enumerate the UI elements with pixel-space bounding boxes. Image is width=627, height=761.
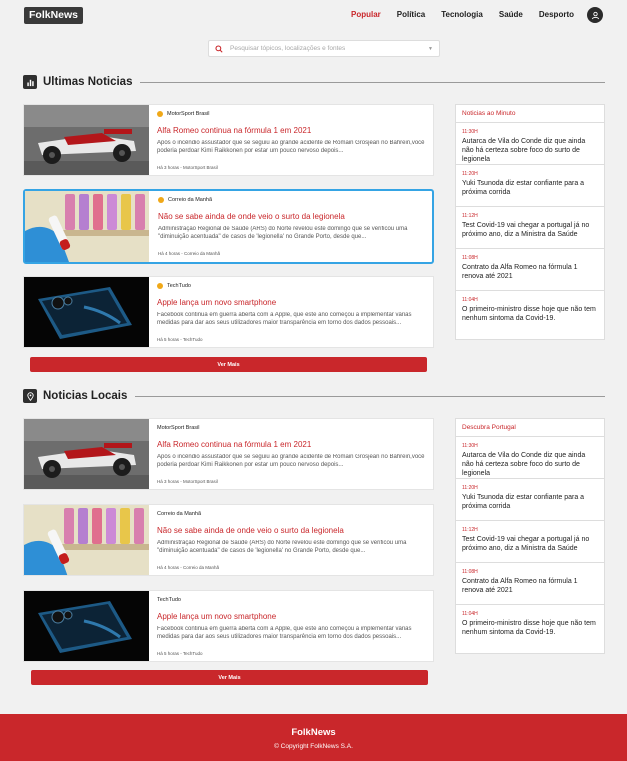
news-summary: Após o incêndio assustador que se seguiu…: [157, 454, 425, 468]
news-headline[interactable]: Apple lança um novo smartphone: [157, 612, 425, 621]
logo[interactable]: FolkNews: [24, 7, 84, 24]
chevron-down-icon[interactable]: ▼: [428, 46, 433, 52]
source-label: Correio da Manhã: [157, 510, 202, 517]
panel-title: Descubra Portugal: [456, 419, 604, 437]
nav-desporto[interactable]: Desporto: [539, 10, 574, 19]
news-summary: Facebook continua em guerra aberta com a…: [157, 312, 412, 326]
footer-title: FolkNews: [291, 727, 336, 738]
source-logo-icon: [158, 196, 164, 203]
divider: [140, 81, 605, 83]
source-label: Correio da Manhã: [158, 195, 424, 204]
source-logo-icon: [157, 282, 163, 289]
news-headline[interactable]: Alfa Romeo continua na fórmula 1 em 2021: [157, 126, 425, 135]
footer: FolkNews © Copyright FolkNews S.A.: [0, 714, 627, 761]
location-pin-icon: [23, 389, 37, 403]
news-timestamp: Há 3 horas - MotorSport Brasil: [157, 165, 218, 170]
section-title: Ultimas Noticias: [43, 76, 133, 88]
bar-chart-icon: [23, 75, 37, 89]
news-card[interactable]: Correio da Manhã Não se sabe ainda de on…: [23, 189, 434, 264]
news-card[interactable]: TechTudo Apple lança um novo smartphone …: [23, 276, 434, 348]
nav-politica[interactable]: Política: [397, 10, 425, 19]
section-latest-header: Ultimas Noticias: [23, 75, 605, 89]
panel-title: Noticias ao Minuto: [456, 105, 604, 123]
source-label: TechTudo: [157, 596, 181, 603]
discover-news-item[interactable]: 11:04H O primeiro-ministro disse hoje qu…: [456, 605, 604, 653]
minute-news-item[interactable]: 11:12H Test Covid-19 vai chegar a portug…: [456, 207, 604, 249]
source-logo-icon: [157, 110, 163, 117]
nav-saude[interactable]: Saúde: [499, 10, 523, 19]
news-headline[interactable]: Alfa Romeo continua na fórmula 1 em 2021: [157, 440, 425, 449]
main-nav: Popular Política Tecnologia Saúde Despor…: [351, 10, 574, 19]
test-tube-image: [25, 191, 150, 262]
search-bar[interactable]: Pesquisar tópicos, localizações e fontes…: [208, 40, 440, 57]
minute-news-panel: Noticias ao Minuto 11:30H Autarca de Vil…: [455, 104, 605, 340]
news-summary: Facebook continua em guerra aberta com a…: [157, 626, 412, 640]
footer-copyright: © Copyright FolkNews S.A.: [274, 743, 353, 750]
news-card[interactable]: MotorSport Brasil Alfa Romeo continua na…: [23, 418, 434, 490]
section-title: Noticias Locais: [43, 390, 128, 402]
source-label: MotorSport Brasil: [157, 424, 200, 431]
news-timestamp: Há 4 horas - Correio da Manhã: [158, 251, 221, 256]
minute-news-item[interactable]: 11:04H O primeiro-ministro disse hoje qu…: [456, 291, 604, 339]
test-tube-image: [24, 505, 149, 575]
nav-popular[interactable]: Popular: [351, 10, 381, 19]
discover-news-item[interactable]: 11:20H Yuki Tsunoda diz estar confiante …: [456, 479, 604, 521]
search-input[interactable]: Pesquisar tópicos, localizações e fontes: [230, 45, 428, 52]
source-label: TechTudo: [157, 281, 425, 290]
news-card[interactable]: MotorSport Brasil Alfa Romeo continua na…: [23, 104, 434, 176]
source-label: MotorSport Brasil: [157, 109, 425, 118]
news-summary: Administração Regional de Saúde (ARS) do…: [158, 226, 408, 240]
nav-tecnologia[interactable]: Tecnologia: [441, 10, 483, 19]
section-local-header: Noticias Locais: [23, 389, 605, 403]
news-timestamp: Há 4 horas - Correio da Manhã: [157, 565, 220, 570]
news-card[interactable]: Correio da Manhã Não se sabe ainda de on…: [23, 504, 434, 576]
f1-car-image: [24, 419, 149, 489]
news-headline[interactable]: Apple lança um novo smartphone: [157, 298, 425, 307]
news-summary: Administração Regional de Saúde (ARS) do…: [157, 540, 407, 554]
smartphone-image: [24, 591, 149, 661]
news-timestamp: Há 5 horas - TechTudo: [157, 651, 203, 656]
news-summary: Após o incêndio assustador que se seguiu…: [157, 140, 425, 154]
discover-portugal-panel: Descubra Portugal 11:30H Autarca de Vila…: [455, 418, 605, 654]
f1-car-image: [24, 105, 149, 175]
search-icon: [215, 44, 223, 53]
user-icon: [591, 11, 599, 19]
news-timestamp: Há 5 horas - TechTudo: [157, 337, 203, 342]
discover-news-item[interactable]: 11:08H Contrato da Alfa Romeo na fórmula…: [456, 563, 604, 605]
news-card[interactable]: TechTudo Apple lança um novo smartphone …: [23, 590, 434, 662]
discover-news-item[interactable]: 11:12H Test Covid-19 vai chegar a portug…: [456, 521, 604, 563]
minute-news-item[interactable]: 11:30H Autarca de Vila do Conde diz que …: [456, 123, 604, 165]
news-headline[interactable]: Não se sabe ainda de onde veio o surto d…: [157, 526, 425, 535]
user-account-button[interactable]: [587, 7, 603, 23]
smartphone-image: [24, 277, 149, 347]
top-navbar: FolkNews Popular Política Tecnologia Saú…: [0, 0, 627, 34]
minute-news-item[interactable]: 11:08H Contrato da Alfa Romeo na fórmula…: [456, 249, 604, 291]
see-more-button[interactable]: Ver Mais: [31, 670, 428, 685]
minute-news-item[interactable]: 11:20H Yuki Tsunoda diz estar confiante …: [456, 165, 604, 207]
divider: [135, 395, 605, 397]
see-more-button[interactable]: Ver Mais: [30, 357, 427, 372]
news-timestamp: Há 3 horas - MotorSport Brasil: [157, 479, 218, 484]
news-headline[interactable]: Não se sabe ainda de onde veio o surto d…: [158, 212, 424, 221]
discover-news-item[interactable]: 11:30H Autarca de Vila do Conde diz que …: [456, 437, 604, 479]
